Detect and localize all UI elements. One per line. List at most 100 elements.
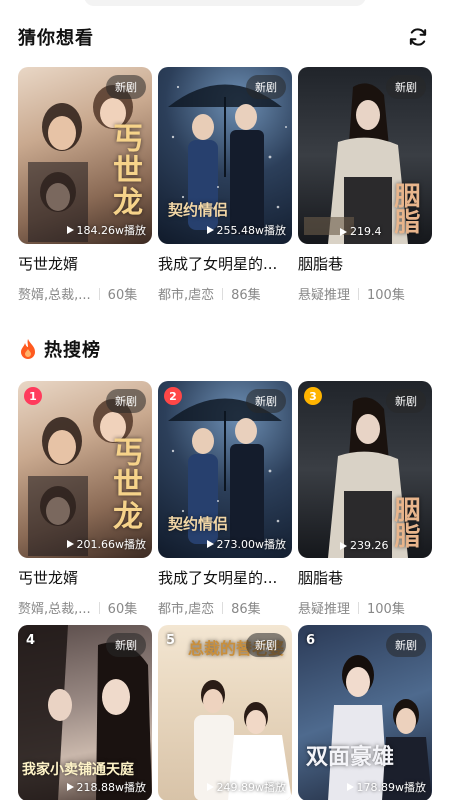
poster-title-art: 丐世龙 — [107, 122, 142, 218]
drama-poster[interactable]: 丐世龙 1 新剧 201.66w播放 — [18, 381, 152, 558]
drama-tags: 都市,虐恋 — [158, 602, 215, 617]
play-icon — [206, 226, 214, 234]
drama-poster[interactable]: 双面豪雄 6 新剧 178.89w播放 — [298, 625, 432, 800]
play-count: 184.26w播放 — [66, 222, 147, 238]
play-icon — [66, 783, 74, 791]
drama-meta: 都市,虐恋 86集 — [158, 284, 292, 303]
drama-card[interactable]: 总裁的替老婆 5 新剧 249.89w播放 — [158, 625, 292, 800]
drama-card[interactable]: 契约情侣 新剧 255.48w播放 我成了女明星的... 都市,虐恋 86集 — [158, 67, 292, 303]
hot-header: 热搜榜 — [18, 334, 432, 364]
meta-divider — [358, 601, 360, 614]
search-bar-edge[interactable] — [84, 0, 366, 6]
drama-title[interactable]: 胭脂巷 — [298, 253, 432, 274]
drama-episodes: 86集 — [231, 602, 261, 617]
play-count: 239.26 — [340, 539, 389, 552]
play-icon — [206, 783, 214, 791]
play-count-text: 239.26 — [350, 539, 389, 552]
drama-tags: 赘婿,总裁,... — [18, 602, 91, 617]
drama-card[interactable]: 契约情侣 2 新剧 273.00w播放 我成了女明星的... 都市,虐恋 86集 — [158, 381, 292, 617]
play-count-text: 184.26w播放 — [76, 224, 147, 237]
play-count-text: 178.89w播放 — [356, 781, 427, 794]
drama-episodes: 86集 — [231, 288, 261, 303]
drama-meta: 赘婿,总裁,... 60集 — [18, 284, 152, 303]
drama-title[interactable]: 胭脂巷 — [298, 567, 432, 588]
drama-meta: 都市,虐恋 86集 — [158, 598, 292, 617]
drama-tags: 都市,虐恋 — [158, 288, 215, 303]
play-icon — [206, 540, 214, 548]
drama-card[interactable]: 丐世龙 1 新剧 201.66w播放 丐世龙婿 赘婿,总裁,... 60集 — [18, 381, 152, 617]
guess-title: 猜你想看 — [18, 28, 94, 49]
poster-title-art: 契约情侣 — [168, 201, 229, 219]
drama-card[interactable]: 双面豪雄 6 新剧 178.89w播放 — [298, 625, 432, 800]
play-count-text: 218.88w播放 — [76, 781, 147, 794]
refresh-icon[interactable] — [406, 25, 430, 49]
play-icon — [340, 227, 347, 236]
drama-card[interactable]: 我家小卖铺通天庭 4 新剧 218.88w播放 — [18, 625, 152, 800]
play-count: 249.89w播放 — [206, 779, 287, 795]
play-count-text: 219.4 — [350, 225, 382, 238]
guess-header: 猜你想看 — [18, 22, 432, 52]
new-badge: 新剧 — [106, 75, 146, 99]
play-count: 201.66w播放 — [66, 536, 147, 552]
rank-number: 6 — [306, 633, 316, 648]
drama-title[interactable]: 丐世龙婿 — [18, 567, 152, 588]
play-count: 219.4 — [340, 225, 382, 238]
drama-tags: 悬疑推理 — [298, 288, 351, 303]
poster-title-art: 丐世龙 — [107, 436, 142, 532]
new-badge: 新剧 — [386, 389, 426, 413]
drama-card[interactable]: 丐世龙 新剧 184.26w播放 丐世龙婿 赘婿,总裁,... 60集 — [18, 67, 152, 303]
drama-poster[interactable]: 丐世龙 新剧 184.26w播放 — [18, 67, 152, 244]
rank-number: 4 — [26, 633, 36, 648]
poster-title-art: 契约情侣 — [168, 515, 229, 533]
rank-badge: 1 — [24, 387, 42, 405]
play-icon — [340, 541, 347, 550]
meta-divider — [358, 287, 360, 300]
rank-badge: 2 — [164, 387, 182, 405]
drama-title[interactable]: 我成了女明星的... — [158, 253, 292, 274]
play-count-text: 249.89w播放 — [216, 781, 287, 794]
play-count-text: 273.00w播放 — [216, 538, 287, 551]
drama-poster[interactable]: 契约情侣 新剧 255.48w播放 — [158, 67, 292, 244]
play-count: 255.48w播放 — [206, 222, 287, 238]
new-badge: 新剧 — [106, 633, 146, 657]
play-count-text: 255.48w播放 — [216, 224, 287, 237]
drama-card[interactable]: 胭脂 3 新剧 239.26 胭脂巷 悬疑推理 100集 — [298, 381, 432, 617]
drama-title[interactable]: 我成了女明星的... — [158, 567, 292, 588]
meta-divider — [222, 287, 224, 300]
new-badge: 新剧 — [386, 75, 426, 99]
drama-poster[interactable]: 胭脂 3 新剧 239.26 — [298, 381, 432, 558]
new-badge: 新剧 — [386, 633, 426, 657]
guess-grid: 丐世龙 新剧 184.26w播放 丐世龙婿 赘婿,总裁,... 60集 契约情侣… — [18, 67, 432, 303]
drama-episodes: 60集 — [107, 288, 138, 303]
drama-poster[interactable]: 我家小卖铺通天庭 4 新剧 218.88w播放 — [18, 625, 152, 800]
new-badge: 新剧 — [106, 389, 146, 413]
meta-divider — [98, 601, 100, 614]
new-badge: 新剧 — [246, 633, 286, 657]
play-count: 218.88w播放 — [66, 779, 147, 795]
drama-card[interactable]: 胭脂 新剧 219.4 胭脂巷 悬疑推理 100集 — [298, 67, 432, 303]
drama-meta: 赘婿,总裁,... 60集 — [18, 598, 152, 617]
drama-tags: 悬疑推理 — [298, 602, 351, 617]
hot-title: 热搜榜 — [44, 340, 101, 361]
rank-number: 5 — [166, 633, 176, 648]
fire-icon — [21, 339, 35, 359]
drama-title[interactable]: 丐世龙婿 — [18, 253, 152, 274]
drama-tags: 赘婿,总裁,... — [18, 288, 91, 303]
drama-poster[interactable]: 胭脂 新剧 219.4 — [298, 67, 432, 244]
hot-grid: 丐世龙 1 新剧 201.66w播放 丐世龙婿 赘婿,总裁,... 60集 契约… — [18, 381, 432, 800]
play-count-text: 201.66w播放 — [76, 538, 147, 551]
poster-title-art: 我家小卖铺通天庭 — [22, 762, 134, 778]
poster-title-art: 胭脂 — [390, 182, 420, 234]
drama-poster[interactable]: 总裁的替老婆 5 新剧 249.89w播放 — [158, 625, 292, 800]
new-badge: 新剧 — [246, 389, 286, 413]
play-count: 178.89w播放 — [346, 779, 427, 795]
drama-episodes: 60集 — [107, 602, 138, 617]
drama-poster[interactable]: 契约情侣 2 新剧 273.00w播放 — [158, 381, 292, 558]
poster-title-art: 双面豪雄 — [306, 744, 395, 770]
new-badge: 新剧 — [246, 75, 286, 99]
play-count: 273.00w播放 — [206, 536, 287, 552]
drama-episodes: 100集 — [367, 602, 405, 617]
meta-divider — [222, 601, 224, 614]
poster-title-art: 胭脂 — [390, 496, 420, 548]
drama-episodes: 100集 — [367, 288, 405, 303]
